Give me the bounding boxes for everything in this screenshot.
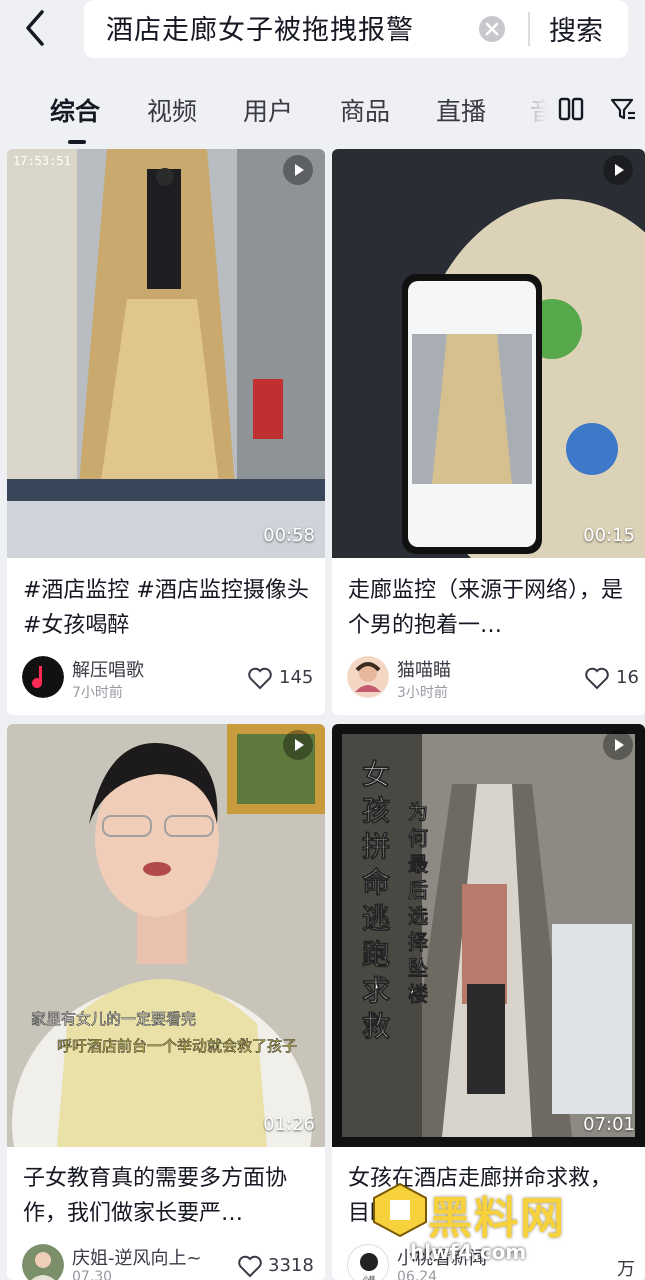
result-tabs: 综合 视频 用户 商品 直播 音 xyxy=(0,80,645,144)
author-name[interactable]: 庆姐-逆风向上~ xyxy=(72,1244,202,1270)
tab-comprehensive[interactable]: 综合 xyxy=(50,92,100,128)
watermark-logo-icon xyxy=(373,1182,427,1238)
watermark-text: 黑料网 xyxy=(428,1193,566,1244)
heart-icon[interactable] xyxy=(237,1254,263,1278)
avatar[interactable] xyxy=(22,1244,64,1280)
video-caption-line2: 呼吁酒店前台一个举动就会救了孩子 xyxy=(57,1037,297,1055)
hotel-corridor-image: 女孩拼命逃跑求救 为何最后选择坠楼 xyxy=(332,724,645,1147)
author-name[interactable]: 猫喵瞄 xyxy=(397,656,451,682)
watermark-url: hlwf4.com xyxy=(410,1240,527,1264)
search-divider xyxy=(528,12,530,46)
post-time: 07.30 xyxy=(72,1269,113,1280)
tab-fade xyxy=(520,80,560,142)
clear-icon[interactable] xyxy=(478,15,506,43)
cctv-timestamp: 17:53:51 xyxy=(13,154,71,168)
play-icon xyxy=(603,155,633,185)
back-button[interactable] xyxy=(20,6,76,50)
video-title[interactable]: 子女教育真的需要多方面协作，我们做家长要严… xyxy=(23,1161,309,1231)
video-title[interactable]: 走廊监控（来源于网络），是个男的抱着一… xyxy=(348,573,628,643)
like-count: 3318 xyxy=(268,1255,314,1276)
video-duration: 00:58 xyxy=(263,525,315,546)
heart-icon[interactable] xyxy=(584,666,610,690)
video-caption-line1: 家里有女儿的一定要看完 xyxy=(31,1010,196,1028)
play-icon xyxy=(603,730,633,760)
like-count: 145 xyxy=(279,667,314,688)
avatar[interactable] xyxy=(347,656,389,698)
search-button[interactable]: 搜索 xyxy=(549,9,603,48)
tab-video[interactable]: 视频 xyxy=(147,92,197,128)
like-count: 16 xyxy=(616,667,639,688)
tab-products[interactable]: 商品 xyxy=(340,92,390,128)
avatar[interactable] xyxy=(22,656,64,698)
filter-icon[interactable] xyxy=(609,95,637,123)
chevron-left-icon xyxy=(26,10,44,46)
video-title[interactable]: #酒店监控 #酒店监控摄像头 #女孩喝醉 xyxy=(23,573,309,643)
video-thumbnail[interactable]: 00:15 xyxy=(332,149,645,558)
play-icon xyxy=(283,730,313,760)
tab-live[interactable]: 直播 xyxy=(436,92,486,128)
corridor-cctv-image: 17:53:51 xyxy=(7,149,325,558)
video-card[interactable]: 17:53:51 00:58 #酒店监控 #酒店监控摄像头 #女孩喝醉 解压唱歌… xyxy=(7,149,325,715)
phone-screen-image xyxy=(332,149,645,558)
search-header: 酒店走廊女子被拖拽报警 搜索 xyxy=(0,0,645,72)
tab-users[interactable]: 用户 xyxy=(243,92,293,128)
active-tab-indicator xyxy=(68,140,86,144)
woman-talking-image: 家里有女儿的一定要看完 呼吁酒店前台一个举动就会救了孩子 xyxy=(7,724,325,1147)
video-card[interactable]: 家里有女儿的一定要看完 呼吁酒店前台一个举动就会救了孩子 01:26 子女教育真… xyxy=(7,724,325,1280)
post-time: 7小时前 xyxy=(72,685,123,701)
video-thumbnail[interactable]: 家里有女儿的一定要看完 呼吁酒店前台一个举动就会救了孩子 01:26 xyxy=(7,724,325,1147)
video-card[interactable]: 00:15 走廊监控（来源于网络），是个男的抱着一… 猫喵瞄 3小时前 16 xyxy=(332,149,645,715)
search-input[interactable]: 酒店走廊女子被拖拽报警 搜索 xyxy=(84,0,628,58)
author-name[interactable]: 解压唱歌 xyxy=(72,656,144,682)
two-column-view-icon[interactable] xyxy=(557,95,585,123)
heart-icon[interactable] xyxy=(247,666,273,690)
video-thumbnail[interactable]: 女孩拼命逃跑求救 为何最后选择坠楼 07:01 xyxy=(332,724,645,1147)
site-watermark: 黑料网 hlwf4.com xyxy=(370,1180,640,1280)
video-duration: 01:26 xyxy=(263,1114,315,1135)
search-query: 酒店走廊女子被拖拽报警 xyxy=(106,15,414,46)
play-icon xyxy=(283,155,313,185)
video-duration: 07:01 xyxy=(583,1114,635,1135)
post-time: 3小时前 xyxy=(397,685,448,701)
video-duration: 00:15 xyxy=(583,525,635,546)
video-thumbnail[interactable]: 17:53:51 00:58 xyxy=(7,149,325,558)
